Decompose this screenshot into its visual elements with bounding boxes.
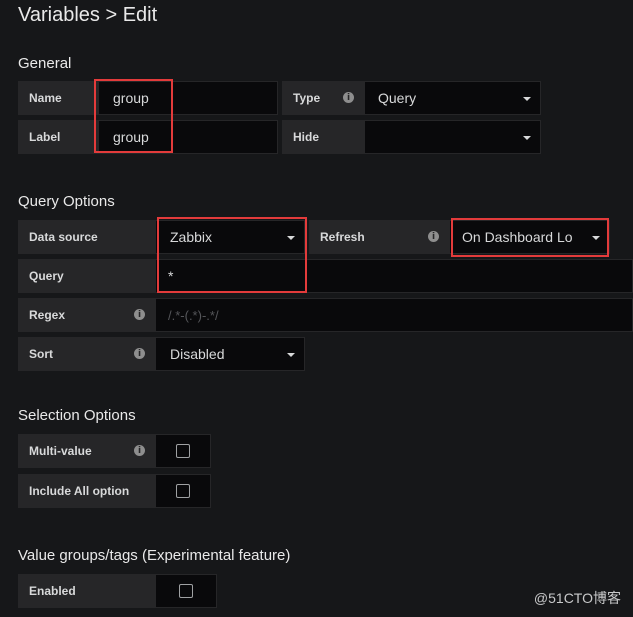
type-select[interactable]: Query xyxy=(364,81,541,115)
include-all-toggle[interactable] xyxy=(155,474,211,508)
page-title: Variables > Edit xyxy=(18,4,158,26)
section-title-general: General xyxy=(18,55,72,72)
caret-down-icon xyxy=(523,97,531,101)
multi-value-toggle[interactable] xyxy=(155,434,211,468)
caret-down-icon xyxy=(287,236,295,240)
watermark: @51CTO博客 xyxy=(533,590,621,606)
type-select-value: Query xyxy=(378,90,417,106)
caret-down-icon xyxy=(523,136,531,140)
info-icon[interactable]: i xyxy=(428,231,439,242)
multi-value-label: Multi-value i xyxy=(18,434,155,468)
info-icon[interactable]: i xyxy=(134,309,145,320)
checkbox-icon[interactable] xyxy=(179,584,193,598)
regex-input[interactable]: /.*-(.*)-.*/ xyxy=(155,298,633,332)
name-input[interactable]: group xyxy=(98,81,278,115)
include-all-label: Include All option xyxy=(18,474,155,508)
info-icon[interactable]: i xyxy=(134,445,145,456)
section-title-selection-options: Selection Options xyxy=(18,407,136,424)
info-icon[interactable]: i xyxy=(134,348,145,359)
section-title-value-groups: Value groups/tags (Experimental feature) xyxy=(18,547,291,564)
caret-down-icon xyxy=(287,353,295,357)
sort-label-text: Sort xyxy=(29,347,53,361)
regex-input-placeholder: /.*-(.*)-.*/ xyxy=(168,307,219,323)
datasource-select[interactable]: Zabbix xyxy=(155,220,305,254)
name-input-value: group xyxy=(113,90,149,106)
type-label-text: Type xyxy=(293,91,321,105)
refresh-label: Refresh i xyxy=(309,220,449,254)
query-label: Query xyxy=(18,259,155,293)
label-input[interactable]: group xyxy=(98,120,278,154)
sort-label: Sort i xyxy=(18,337,155,371)
enabled-label: Enabled xyxy=(18,574,155,608)
label-input-value: group xyxy=(113,129,149,145)
hide-label: Hide xyxy=(282,120,364,154)
regex-label: Regex i xyxy=(18,298,155,332)
multi-value-label-text: Multi-value xyxy=(29,444,92,458)
refresh-select[interactable]: On Dashboard Lo xyxy=(449,220,610,254)
label-label: Label xyxy=(18,120,98,154)
datasource-select-value: Zabbix xyxy=(170,229,213,245)
regex-label-text: Regex xyxy=(29,308,66,322)
sort-select-value: Disabled xyxy=(170,346,225,362)
query-input-value: * xyxy=(168,268,174,284)
enabled-toggle[interactable] xyxy=(155,574,217,608)
type-label: Type i xyxy=(282,81,364,115)
checkbox-icon[interactable] xyxy=(176,484,190,498)
section-title-query-options: Query Options xyxy=(18,193,115,210)
refresh-select-value: On Dashboard Lo xyxy=(462,229,573,245)
sort-select[interactable]: Disabled xyxy=(155,337,305,371)
info-icon[interactable]: i xyxy=(343,92,354,103)
name-label: Name xyxy=(18,81,98,115)
query-input[interactable]: * xyxy=(155,259,633,293)
hide-select[interactable] xyxy=(364,120,541,154)
refresh-label-text: Refresh xyxy=(320,230,365,244)
datasource-label: Data source xyxy=(18,220,155,254)
caret-down-icon xyxy=(592,236,600,240)
checkbox-icon[interactable] xyxy=(176,444,190,458)
